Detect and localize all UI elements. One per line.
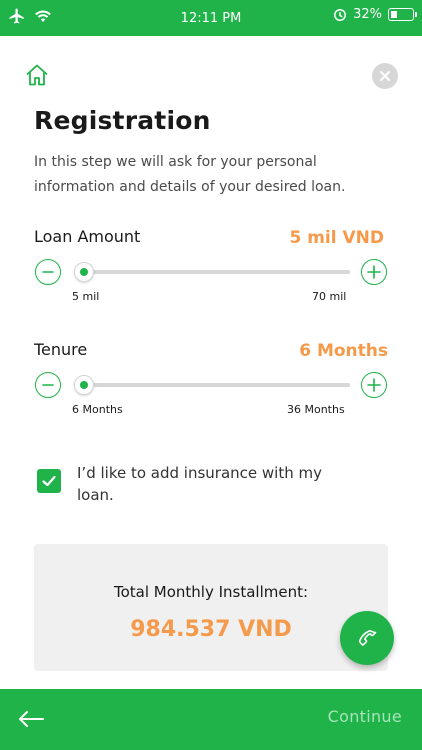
installment-value: 984.537 VND bbox=[130, 617, 292, 642]
installment-summary-card: Total Monthly Installment: 984.537 VND bbox=[34, 544, 388, 671]
battery-icon bbox=[388, 8, 417, 21]
bottom-navigation-bar: Continue bbox=[0, 689, 422, 750]
tenure-slider-track[interactable] bbox=[74, 383, 350, 387]
home-icon[interactable] bbox=[24, 62, 50, 88]
page-description: In this step we will ask for your person… bbox=[34, 154, 346, 195]
page-title: Registration bbox=[34, 106, 211, 135]
location-icon bbox=[334, 8, 347, 21]
tenure-slider-thumb[interactable] bbox=[74, 375, 94, 395]
close-icon[interactable] bbox=[372, 63, 398, 89]
tenure-min-label: 6 Months bbox=[72, 403, 123, 416]
minus-icon bbox=[42, 271, 54, 273]
insurance-label[interactable]: I’d like to add insurance with my loan. bbox=[77, 462, 347, 506]
status-time: 12:11 PM bbox=[180, 10, 242, 26]
loan-slider-thumb-dot bbox=[80, 268, 88, 276]
status-right: 32% bbox=[333, 7, 417, 22]
loan-max-label: 70 mil bbox=[312, 290, 347, 303]
call-button[interactable] bbox=[340, 611, 394, 665]
airplane-icon bbox=[9, 8, 24, 24]
loan-amount-value: 5 mil VND bbox=[289, 228, 384, 248]
battery-percent: 32% bbox=[353, 7, 382, 22]
plus-icon bbox=[367, 378, 381, 392]
loan-slider-thumb[interactable] bbox=[74, 262, 94, 282]
plus-icon bbox=[367, 265, 381, 279]
tenure-increase-button[interactable] bbox=[361, 372, 387, 398]
phone-icon bbox=[359, 630, 377, 646]
status-bar: 12:11 PM 32% bbox=[0, 0, 422, 36]
tenure-value: 6 Months bbox=[299, 341, 388, 361]
continue-button[interactable]: Continue bbox=[328, 707, 402, 726]
loan-decrease-button[interactable] bbox=[35, 259, 61, 285]
loan-amount-label: Loan Amount bbox=[34, 227, 141, 246]
check-icon bbox=[42, 475, 56, 487]
tenure-label: Tenure bbox=[34, 340, 88, 359]
arrow-left-icon[interactable] bbox=[16, 707, 46, 731]
tenure-max-label: 36 Months bbox=[287, 403, 345, 416]
insurance-checkbox[interactable] bbox=[37, 469, 61, 493]
battery-fill bbox=[391, 11, 397, 18]
loan-increase-button[interactable] bbox=[361, 259, 387, 285]
loan-slider-track[interactable] bbox=[74, 270, 350, 274]
wifi-icon bbox=[35, 10, 51, 22]
status-left bbox=[8, 7, 52, 25]
close-x-glyph bbox=[380, 71, 390, 81]
tenure-slider-thumb-dot bbox=[80, 381, 88, 389]
installment-label: Total Monthly Installment: bbox=[113, 583, 309, 601]
minus-icon bbox=[42, 384, 54, 386]
tenure-decrease-button[interactable] bbox=[35, 372, 61, 398]
loan-min-label: 5 mil bbox=[72, 290, 100, 303]
